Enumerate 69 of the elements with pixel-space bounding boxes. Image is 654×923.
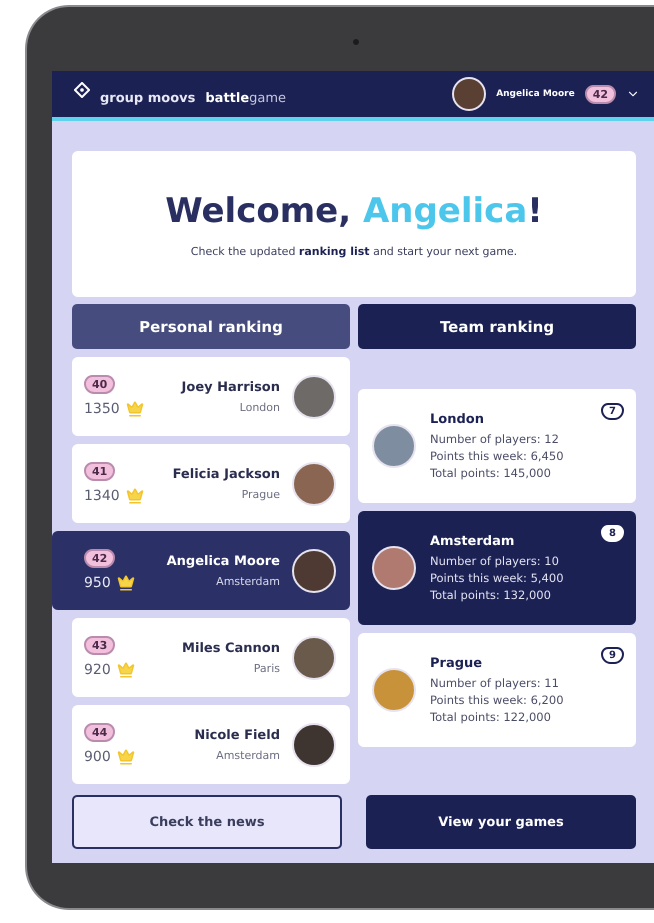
rank-badge: 42 [84,549,116,568]
player-score: 920 [84,662,111,678]
player-row[interactable]: 44 900 Nicole Field Amsterdam [72,705,350,784]
team-card[interactable]: Prague Number of players: 11 Points this week: 6,200 Total points: 122,000 9 [358,633,636,747]
crown-icon [116,661,135,679]
player-name: Nicole Field [194,728,280,742]
rank-badge: 44 [84,723,116,742]
team-week-points: Points this week: 6,450 [430,449,565,463]
team-total-points: Total points: 122,000 [430,710,552,724]
news-button[interactable]: Check the news [72,795,342,849]
team-week-points: Points this week: 5,400 [430,571,565,585]
welcome-subtitle: Check the updated ranking list and start your next game. [190,244,518,258]
player-name: Joey Harrison [182,380,280,394]
product-name: battlegame [205,90,286,106]
brand-name: group moovs [100,90,196,106]
crown-icon [126,400,144,418]
player-name: Angelica Moore [166,554,280,568]
player-city: Amsterdam [216,574,280,588]
avatar-placeholder [292,636,336,680]
player-city: Amsterdam [216,748,280,762]
player-city: Prague [242,488,280,500]
team-city: Amsterdam [430,534,516,549]
crown-icon [116,574,135,592]
photo-placeholder [372,424,416,468]
player-name: Miles Cannon [182,640,280,656]
player-score: 1350 [84,401,120,417]
crown-icon [116,748,135,766]
ranking-tab[interactable]: Team ranking [358,304,636,349]
player-city: London [240,400,280,414]
player-city: Paris [254,662,280,674]
avatar-placeholder [292,462,336,506]
team-city: London [430,412,485,427]
team-players: Number of players: 12 [430,432,560,446]
rank-badge: 8 [601,525,624,542]
rank-badge: 9 [601,647,624,664]
rank-badge: 42 [584,84,616,104]
rank-badge: 43 [84,636,116,655]
player-name: Felicia Jackson [172,466,280,482]
avatar-placeholder [292,722,336,766]
welcome-title: Welcome, Angelica! [165,190,543,230]
avatar-placeholder[interactable] [452,77,486,111]
avatar-placeholder [292,374,336,418]
team-card[interactable]: Amsterdam Number of players: 10 Points this week: 5,400 Total points: 132,000 8 [358,511,636,625]
crown-icon [126,487,144,505]
avatar-placeholder [292,548,336,592]
player-row[interactable]: 42 950 Angelica Moore Amsterdam [52,531,350,610]
photo-placeholder [372,668,416,712]
team-week-points: Points this week: 6,200 [430,693,565,707]
rank-badge: 7 [601,403,624,420]
player-row[interactable]: 41 1340 Felicia Jackson Prague [72,444,350,523]
camera-icon [353,39,359,45]
user-name: Angelica Moore [496,89,575,99]
team-total-points: Total points: 145,000 [430,466,552,480]
rank-badge: 40 [84,375,116,394]
team-card[interactable]: London Number of players: 12 Points this week: 6,450 Total points: 145,000 7 [358,389,636,503]
team-players: Number of players: 11 [430,676,560,690]
team-players: Number of players: 10 [430,554,560,568]
logo-icon [74,82,90,98]
team-total-points: Total points: 132,000 [430,588,552,602]
photo-placeholder [372,546,416,590]
rank-badge: 41 [84,462,116,481]
player-score: 950 [84,575,111,591]
team-city: Prague [430,656,484,671]
player-score: 1340 [84,488,120,504]
ranking-tab[interactable]: Personal ranking [72,304,350,349]
player-row[interactable]: 43 920 Miles Cannon Paris [72,618,350,697]
player-score: 900 [84,749,111,765]
games-button[interactable]: View your games [366,795,636,849]
player-row[interactable]: 40 1350 Joey Harrison London [72,357,350,436]
